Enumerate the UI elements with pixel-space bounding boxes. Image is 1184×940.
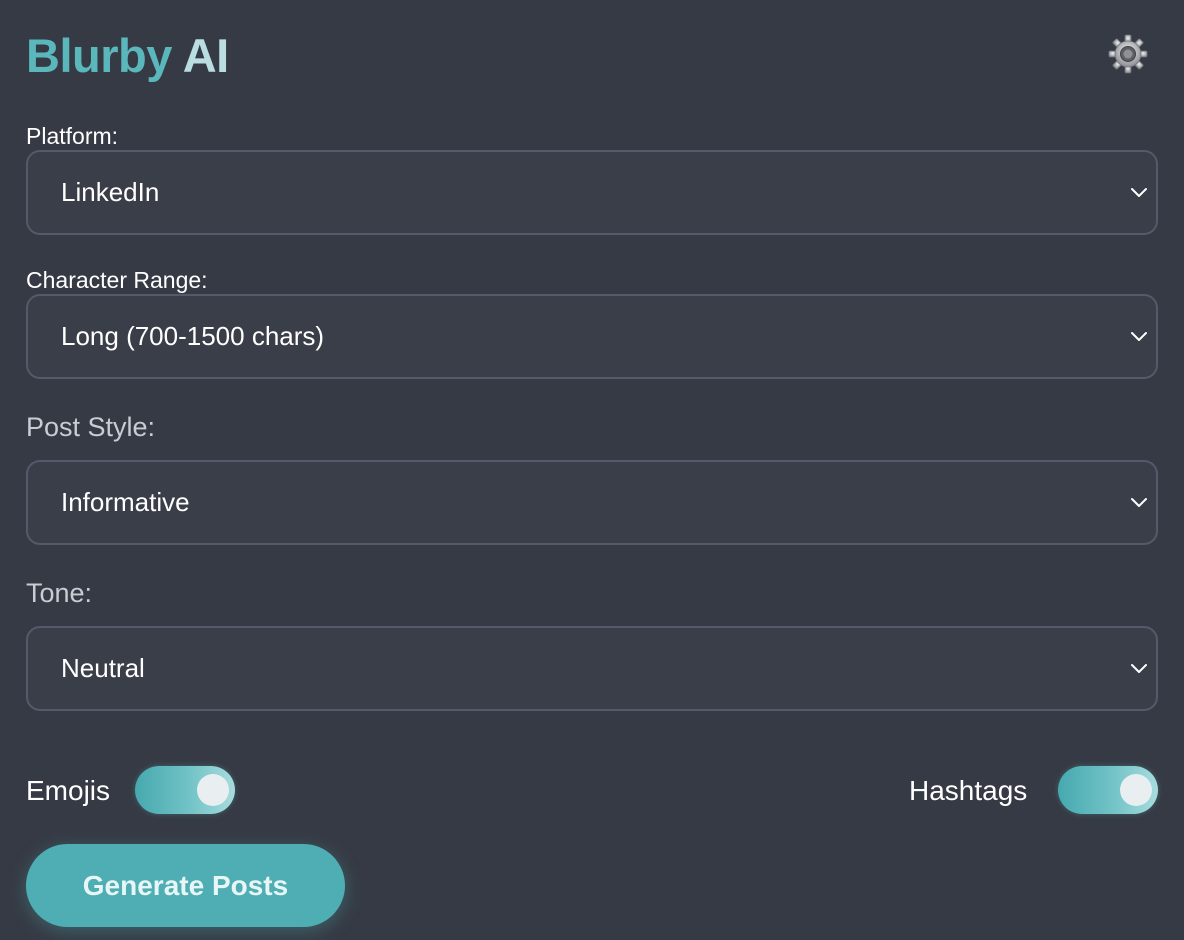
post-style-select[interactable]: Informative [26, 460, 1158, 545]
chevron-down-icon [1131, 498, 1147, 507]
post-style-label: Post Style: [26, 412, 156, 442]
character-range-select[interactable]: Long (700-1500 chars) [26, 294, 1158, 379]
emojis-toggle-label: Emojis [26, 775, 111, 806]
chevron-down-icon [1131, 332, 1147, 341]
platform-label: Platform: [26, 123, 119, 149]
chevron-down-icon [1131, 664, 1147, 673]
hashtags-toggle-knob [1120, 774, 1152, 806]
app-title: Blurby AI [26, 28, 229, 84]
hashtags-toggle[interactable] [1058, 766, 1158, 814]
emojis-toggle[interactable] [135, 766, 235, 814]
character-range-label: Character Range: [26, 267, 208, 293]
hashtags-toggle-label: Hashtags [909, 775, 1028, 806]
platform-select-value: LinkedIn [61, 177, 160, 207]
app-header: Blurby AI [26, 28, 1158, 88]
platform-select[interactable]: LinkedIn [26, 150, 1158, 235]
post-style-select-value: Informative [61, 487, 190, 517]
generate-posts-button[interactable]: Generate Posts [26, 844, 345, 927]
brand-name-part1: Blurby [26, 29, 172, 82]
emojis-toggle-knob [197, 774, 229, 806]
settings-button[interactable] [1106, 32, 1150, 76]
tone-label: Tone: [26, 578, 93, 608]
brand-name-part2: AI [182, 29, 230, 82]
tone-select[interactable]: Neutral [26, 626, 1158, 711]
chevron-down-icon [1131, 188, 1147, 197]
character-range-select-value: Long (700-1500 chars) [61, 321, 325, 351]
tone-select-value: Neutral [61, 653, 145, 683]
gear-icon [1108, 34, 1148, 74]
